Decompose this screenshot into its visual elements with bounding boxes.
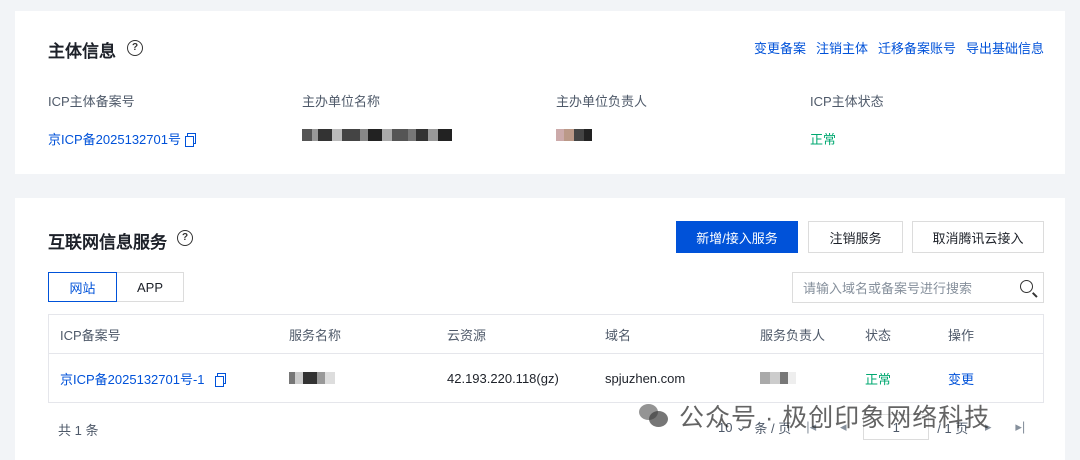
field-label: ICP主体备案号 <box>48 94 135 109</box>
icp-number-link[interactable]: 京ICP备2025132701号-1 <box>60 369 205 388</box>
wechat-icon <box>639 404 669 428</box>
export-info-link[interactable]: 导出基础信息 <box>966 38 1044 57</box>
cloud-resource-cell: 42.193.220.118(gz) <box>447 370 559 386</box>
search-box <box>792 272 1044 304</box>
field-label: 主办单位名称 <box>302 94 381 109</box>
cancel-entity-link[interactable]: 注销主体 <box>816 38 868 57</box>
tab-website[interactable]: 网站 <box>48 272 117 302</box>
column-header: ICP备案号 <box>60 327 121 343</box>
change-filing-link[interactable]: 变更备案 <box>754 38 806 57</box>
table-row: 京ICP备2025132701号-1 42.193.220.118(gz) sp… <box>49 354 1043 402</box>
last-page-icon[interactable]: ▸| <box>1008 415 1032 439</box>
field-label: 主办单位负责人 <box>556 94 648 109</box>
add-service-button[interactable]: 新增/接入服务 <box>676 221 798 253</box>
redacted-organizer-owner <box>556 129 592 141</box>
redacted-service-owner <box>760 372 796 384</box>
column-header: 服务负责人 <box>760 327 826 343</box>
column-header: 域名 <box>605 327 632 343</box>
redacted-service-name <box>289 372 335 384</box>
status-cell: 正常 <box>865 371 892 387</box>
redacted-organizer-name <box>302 129 452 141</box>
watermark-text: 公众号 · 极创印象网络科技 <box>679 404 991 432</box>
field-label: ICP主体状态 <box>810 94 884 109</box>
copy-icon[interactable] <box>184 133 196 147</box>
field-entity-status: ICP主体状态 正常 <box>810 91 884 148</box>
table-header: ICP备案号 服务名称 云资源 域名 服务负责人 状态 操作 <box>49 315 1043 354</box>
service-type-tabs: 网站 APP <box>48 272 184 302</box>
detach-tencent-cloud-button[interactable]: 取消腾讯云接入 <box>912 221 1044 253</box>
column-header: 云资源 <box>447 327 487 343</box>
domain-cell: spjuzhen.com <box>605 370 686 386</box>
services-title: 互联网信息服务 <box>48 233 167 252</box>
search-icon[interactable] <box>1020 280 1033 293</box>
copy-icon[interactable] <box>214 372 226 387</box>
entity-actions: 变更备案 注销主体 迁移备案账号 导出基础信息 <box>754 38 1044 57</box>
entity-info-card: 主体信息 ? 变更备案 注销主体 迁移备案账号 导出基础信息 ICP主体备案号 … <box>15 11 1065 174</box>
help-icon[interactable]: ? <box>127 38 145 56</box>
field-icp-number: ICP主体备案号 京ICP备2025132701号 <box>48 91 196 148</box>
help-icon[interactable]: ? <box>177 228 195 246</box>
field-organizer-owner: 主办单位负责人 <box>556 91 647 141</box>
migrate-account-link[interactable]: 迁移备案账号 <box>878 38 956 57</box>
column-header: 状态 <box>865 327 892 343</box>
services-table: ICP备案号 服务名称 云资源 域名 服务负责人 状态 操作 京ICP备2025… <box>48 314 1044 403</box>
field-organizer-name: 主办单位名称 <box>302 91 452 141</box>
entity-info-title: 主体信息 <box>48 42 116 61</box>
search-input[interactable] <box>793 273 1020 304</box>
cancel-service-button[interactable]: 注销服务 <box>808 221 903 253</box>
tab-app[interactable]: APP <box>117 272 184 302</box>
watermark: 公众号 · 极创印象网络科技 <box>639 398 990 434</box>
column-header: 操作 <box>948 327 975 343</box>
change-action-link[interactable]: 变更 <box>948 369 974 388</box>
icp-number-value: 京ICP备2025132701号 <box>48 132 181 147</box>
total-count: 共 1 条 <box>58 423 99 438</box>
entity-status-value: 正常 <box>810 132 837 147</box>
icp-cell: 京ICP备2025132701号-1 <box>60 369 226 388</box>
column-header: 服务名称 <box>289 327 342 343</box>
